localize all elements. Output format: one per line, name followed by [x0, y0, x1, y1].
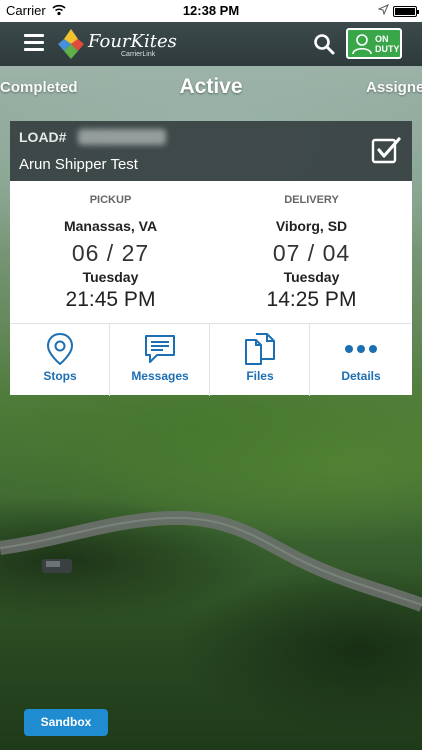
checkbox-icon[interactable] — [371, 135, 401, 165]
details-label: Details — [341, 369, 381, 383]
brand-name: FourKites — [88, 31, 177, 52]
clock-time: 12:38 PM — [182, 3, 240, 18]
load-card-header: LOAD# Arun Shipper Test — [10, 121, 412, 181]
pickup-time: 21:45 PM — [65, 288, 156, 311]
chat-icon — [145, 335, 175, 363]
delivery-city: Viborg, SD — [275, 218, 348, 234]
delivery-header: DELIVERY — [284, 194, 339, 206]
files-button[interactable]: Files — [210, 324, 310, 396]
stops-button[interactable]: Stops — [10, 324, 110, 396]
pickup-city: Manassas, VA — [63, 218, 158, 234]
status-bar: Carrier 12:38 PM — [0, 0, 422, 22]
shipper-name: Arun Shipper Test — [19, 156, 138, 173]
load-card-schedule: PICKUP Manassas, VA 06 / 27 Tuesday 21:4… — [10, 181, 412, 323]
map-pin-icon — [46, 332, 74, 366]
pickup-date: 06 / 27 — [71, 240, 150, 266]
person-icon — [352, 34, 372, 55]
load-number-label: LOAD# — [19, 129, 67, 145]
details-button[interactable]: Details — [310, 324, 412, 396]
stops-label: Stops — [43, 369, 77, 383]
delivery-day: Tuesday — [283, 269, 340, 285]
battery-icon — [393, 6, 419, 17]
tab-assigned[interactable]: Assigned — [366, 79, 422, 96]
search-icon[interactable] — [312, 32, 336, 56]
messages-button[interactable]: Messages — [110, 324, 210, 396]
pickup-day: Tuesday — [82, 269, 139, 285]
tab-active[interactable]: Active — [0, 75, 422, 99]
delivery-date: 07 / 04 — [272, 240, 351, 266]
menu-icon[interactable] — [24, 34, 44, 52]
brand-subtitle: CarrierLink — [121, 51, 156, 58]
more-dots-icon — [345, 345, 377, 353]
fourkites-logo-icon — [58, 29, 84, 59]
location-arrow-icon — [378, 4, 389, 15]
duty-status-label: ON DUTY — [375, 34, 400, 54]
pickup-header: PICKUP — [89, 194, 132, 206]
files-icon — [245, 333, 275, 365]
sandbox-button[interactable]: Sandbox — [24, 709, 108, 736]
load-actions-bar: Stops Messages Files Details — [10, 323, 412, 396]
delivery-time: 14:25 PM — [266, 288, 357, 311]
files-label: Files — [246, 369, 274, 383]
top-navbar: FourKites CarrierLink ON DUTY — [0, 22, 422, 66]
duty-status-button[interactable]: ON DUTY — [346, 28, 402, 59]
messages-label: Messages — [131, 369, 189, 383]
load-card[interactable]: LOAD# Arun Shipper Test PICKUP Manassas,… — [10, 121, 412, 396]
load-number-redacted — [78, 129, 166, 145]
